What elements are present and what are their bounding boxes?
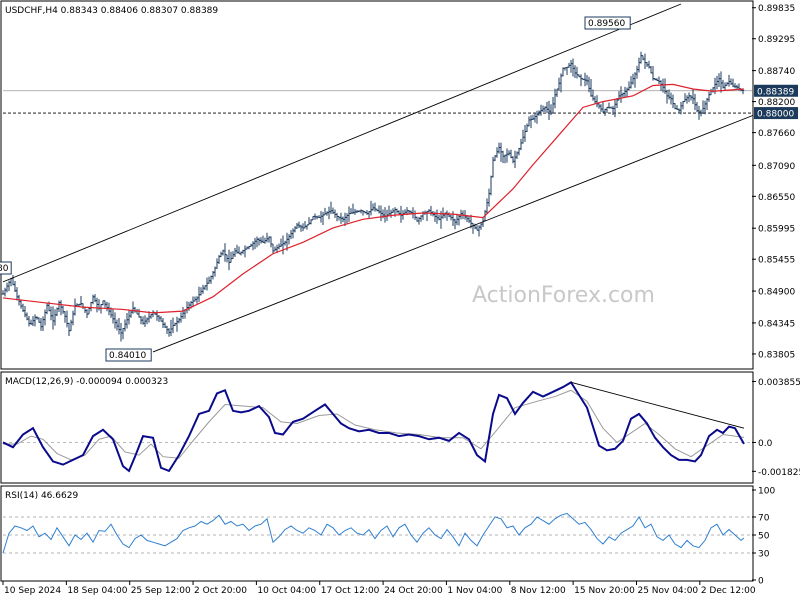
chart-canvas: ActionForex.com 0.89560 0.84010 80 0.89835… <box>0 0 800 596</box>
chart-window: ActionForex.com 0.89560 0.84010 80 0.89835… <box>0 0 800 600</box>
macd-tick-label: 0.0 <box>758 439 773 449</box>
time-tick-label: 2 Dec 12:00 <box>701 586 756 596</box>
main-header: USDCHF,H4 0.88343 0.88406 0.88307 0.8838… <box>5 6 218 16</box>
price-tick-label: 0.83805 <box>758 350 795 360</box>
high-annotation: 0.89560 <box>584 16 631 30</box>
price-tick-label: 0.88740 <box>758 67 795 77</box>
level-price-tag-text: 0.88000 <box>757 110 794 120</box>
time-tick-label: 24 Oct 20:00 <box>384 586 443 596</box>
last-price-tag-text: 0.88389 <box>757 87 794 97</box>
time-tick-label: 10 Oct 04:00 <box>257 586 316 596</box>
rsi-header: RSI(14) 46.6629 <box>5 491 78 501</box>
price-tick-label: 0.85455 <box>758 256 795 266</box>
price-tick-label: 0.87660 <box>758 129 795 139</box>
time-tick-label: 1 Nov 04:00 <box>447 586 502 596</box>
rsi-tick-label: 0 <box>758 577 764 587</box>
price-tick-label: 0.84345 <box>758 319 795 329</box>
price-tick-label: 0.87090 <box>758 162 795 172</box>
last-price-tag: 0.88389 <box>754 84 798 97</box>
macd-header: MACD(12,26,9) -0.000094 0.000323 <box>5 377 168 387</box>
rsi-tick-label: 70 <box>758 514 770 524</box>
rsi-tick-label: 50 <box>758 532 770 542</box>
low-annotation: 0.84010 <box>105 348 152 362</box>
macd-panel-frame <box>0 371 754 484</box>
high-annotation-text: 0.89560 <box>588 19 625 29</box>
macd-tick-label: 0.003855 <box>758 378 800 388</box>
time-tick-label: 10 Sep 2024 <box>4 586 61 596</box>
watermark: ActionForex.com <box>472 283 655 308</box>
price-tick-label: 0.85995 <box>758 225 795 235</box>
price-tick-label: 0.89295 <box>758 35 795 45</box>
level-price-tag: 0.88000 <box>754 107 798 120</box>
time-tick-label: 15 Nov 20:00 <box>574 586 635 596</box>
time-tick-label: 25 Sep 12:00 <box>131 586 191 596</box>
time-tick-label: 18 Sep 04:00 <box>67 586 127 596</box>
time-tick-label: 17 Oct 12:00 <box>321 586 380 596</box>
rsi-tick-label: 100 <box>758 487 775 497</box>
macd-tick-label: -0.001825 <box>758 468 800 478</box>
time-tick-label: 8 Nov 12:00 <box>511 586 566 596</box>
time-tick-label: 2 Oct 20:00 <box>194 586 247 596</box>
main-panel-frame <box>0 0 754 370</box>
low-annotation-text: 0.84010 <box>109 351 146 361</box>
left-annotation-text: 80 <box>0 264 9 274</box>
price-tick-label: 0.86550 <box>758 193 795 203</box>
rsi-tick-label: 30 <box>758 550 770 560</box>
left-annotation: 80 <box>0 261 12 275</box>
rsi-panel-frame <box>0 485 754 582</box>
price-tick-label: 0.84900 <box>758 288 795 298</box>
time-tick-label: 25 Nov 04:00 <box>637 586 698 596</box>
price-tick-label: 0.89835 <box>758 4 795 14</box>
price-tick-label: 0.88200 <box>758 98 795 108</box>
